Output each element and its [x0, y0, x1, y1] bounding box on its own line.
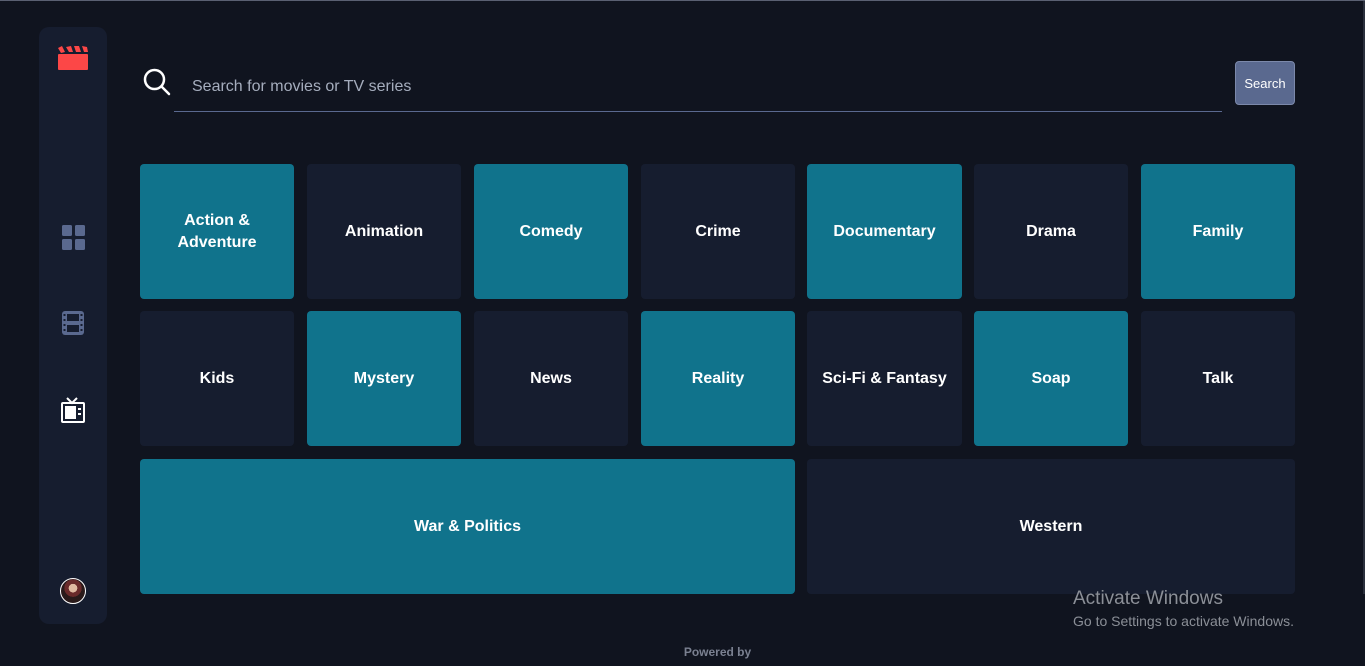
genre-label: Family [1192, 222, 1244, 240]
genre-tile[interactable]: Mystery [307, 311, 461, 446]
activate-windows-title: Activate Windows [1073, 588, 1223, 609]
genre-tile[interactable]: Talk [1141, 311, 1295, 446]
genre-tile[interactable]: Family [1141, 164, 1295, 299]
genre-tile[interactable]: Animation [307, 164, 461, 299]
genre-tile[interactable]: Western [807, 459, 1295, 594]
genre-label: Animation [344, 222, 424, 240]
window-top-border [0, 0, 1365, 1]
genre-tile[interactable]: News [474, 311, 628, 446]
genre-tile[interactable]: Action & Adventure [140, 164, 294, 299]
sidebar [39, 27, 107, 624]
genre-label: War & Politics [414, 517, 521, 535]
genre-tile[interactable]: Drama [974, 164, 1128, 299]
genre-label: Comedy [519, 222, 583, 240]
search-button[interactable]: Search [1235, 61, 1295, 105]
genre-label: Action & Adventure [177, 211, 257, 251]
activate-windows-subtitle: Go to Settings to activate Windows. [1073, 613, 1294, 629]
genre-tile[interactable]: Documentary [807, 164, 962, 299]
genre-tile[interactable]: Soap [974, 311, 1128, 446]
nav-movies[interactable] [39, 311, 107, 335]
genre-label: News [530, 369, 572, 387]
nav-tv-series[interactable] [39, 397, 107, 423]
genre-label: Drama [1026, 222, 1076, 240]
genre-tile[interactable]: War & Politics [140, 459, 795, 594]
film-icon [62, 311, 84, 335]
app-logo[interactable] [39, 46, 107, 70]
genre-tile[interactable]: Comedy [474, 164, 628, 299]
genre-label: Mystery [353, 369, 415, 387]
search-input[interactable] [174, 62, 1222, 112]
avatar[interactable] [60, 578, 86, 604]
genre-tile[interactable]: Kids [140, 311, 294, 446]
grid-icon [61, 225, 85, 250]
genre-tile[interactable]: Crime [641, 164, 795, 299]
genre-tile[interactable]: Sci-Fi & Fantasy [807, 311, 962, 446]
genre-tile[interactable]: Reality [641, 311, 795, 446]
genre-label: Western [1019, 517, 1083, 535]
genre-label: Documentary [833, 222, 936, 240]
genre-label: Sci-Fi & Fantasy [822, 369, 947, 387]
genre-label: Crime [695, 222, 741, 240]
genre-label: Kids [199, 369, 235, 387]
genre-label: Talk [1202, 369, 1234, 387]
genre-label: Reality [691, 369, 745, 387]
genre-label: Soap [1031, 369, 1071, 387]
tv-icon [61, 397, 85, 423]
nav-home[interactable] [39, 225, 107, 250]
search-icon [143, 68, 171, 96]
clapperboard-icon [58, 46, 88, 70]
powered-by-text: Powered by [683, 645, 752, 659]
